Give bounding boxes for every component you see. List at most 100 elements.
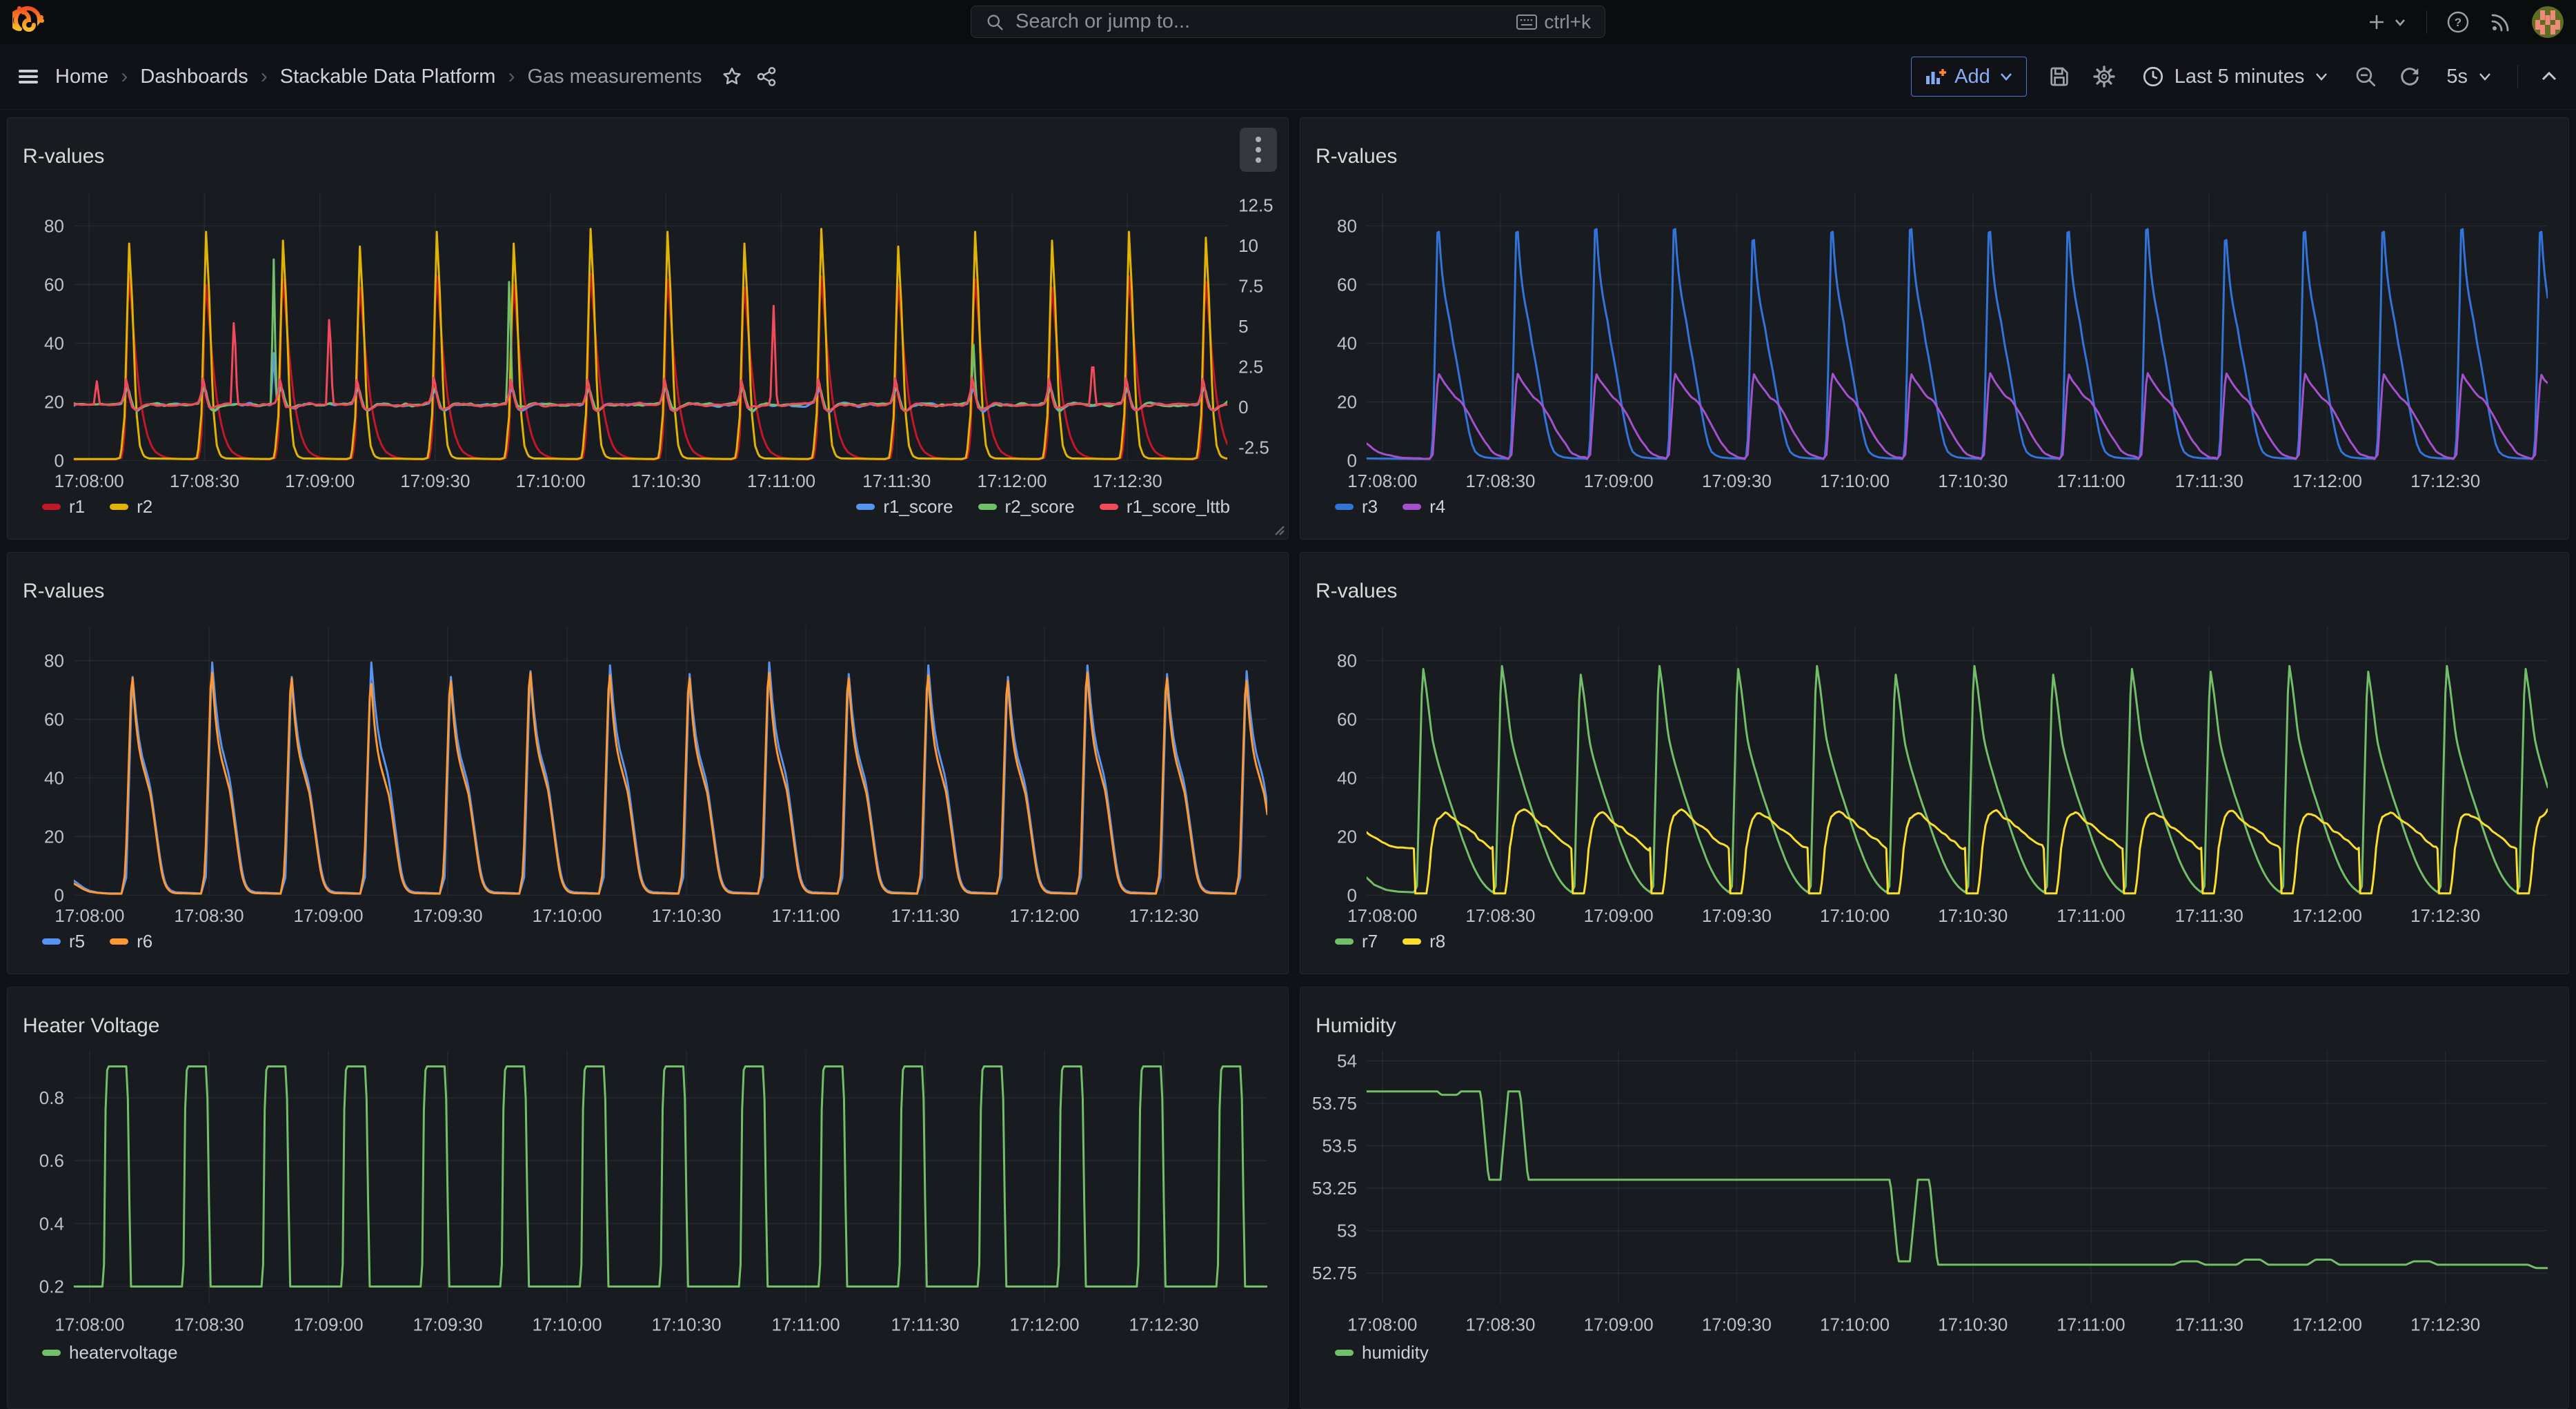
star-icon: [721, 66, 743, 88]
svg-text:80: 80: [44, 651, 64, 671]
panel-legend: r1 r2 r1_score r2_score r1_score_lttb: [42, 496, 1230, 518]
svg-text:17:10:30: 17:10:30: [631, 472, 701, 491]
panel-title[interactable]: Heater Voltage: [23, 1014, 159, 1038]
legend-item-r1_score_lttb[interactable]: r1_score_lttb: [1100, 496, 1230, 518]
time-range-picker[interactable]: Last 5 minutes: [2137, 64, 2334, 89]
zoom-out-button[interactable]: [2354, 65, 2377, 88]
svg-text:17:11:30: 17:11:30: [891, 907, 959, 926]
legend-item-heatervoltage[interactable]: heatervoltage: [42, 1342, 178, 1363]
breadcrumb-folder[interactable]: Stackable Data Platform: [280, 66, 496, 88]
svg-text:54: 54: [1337, 1052, 1357, 1071]
panel-title[interactable]: Humidity: [1316, 1014, 1396, 1038]
svg-text:17:10:00: 17:10:00: [532, 907, 602, 926]
svg-text:17:12:00: 17:12:00: [2292, 1315, 2362, 1334]
save-icon: [2048, 65, 2071, 88]
resize-grip[interactable]: [1271, 522, 1285, 536]
refresh-interval-picker[interactable]: 5s: [2442, 65, 2497, 89]
legend-label: r7: [1362, 931, 1378, 952]
gear-icon: [2092, 64, 2117, 89]
timeseries-chart[interactable]: 02040608017:08:0017:08:3017:09:0017:09:3…: [8, 553, 1288, 974]
legend-item-r1[interactable]: r1: [42, 496, 85, 518]
svg-text:0: 0: [1238, 398, 1248, 417]
svg-text:17:11:00: 17:11:00: [2057, 1315, 2125, 1334]
legend-item-r7[interactable]: r7: [1335, 931, 1378, 952]
svg-text:17:11:30: 17:11:30: [891, 1315, 959, 1334]
svg-text:60: 60: [1337, 275, 1357, 295]
svg-text:17:08:30: 17:08:30: [1465, 907, 1535, 926]
svg-text:17:09:00: 17:09:00: [1584, 907, 1654, 926]
panel-humidity: 52.755353.2553.553.755417:08:0017:08:301…: [1300, 987, 2569, 1409]
panel-title[interactable]: R-values: [23, 145, 104, 168]
legend-label: r1: [69, 496, 85, 518]
svg-text:17:08:00: 17:08:00: [55, 472, 124, 491]
legend-item-r8[interactable]: r8: [1403, 931, 1445, 952]
svg-text:17:10:30: 17:10:30: [1938, 907, 2008, 926]
legend-swatch: [1403, 504, 1421, 510]
svg-text:17:10:00: 17:10:00: [1820, 1315, 1890, 1334]
svg-text:17:09:30: 17:09:30: [413, 1315, 482, 1334]
mega-menu-button[interactable]: [17, 67, 40, 86]
svg-text:12.5: 12.5: [1238, 196, 1274, 215]
svg-text:17:11:00: 17:11:00: [2057, 472, 2125, 491]
svg-text:17:12:00: 17:12:00: [2292, 907, 2362, 926]
legend-label: humidity: [1362, 1342, 1429, 1363]
dashboard-settings-button[interactable]: [2092, 64, 2117, 89]
svg-text:17:12:30: 17:12:30: [2410, 1315, 2480, 1334]
timeseries-chart[interactable]: 02040608017:08:0017:08:3017:09:0017:09:3…: [1300, 553, 2568, 974]
legend-swatch: [1335, 504, 1354, 510]
panel-title[interactable]: R-values: [1316, 580, 1397, 603]
help-button[interactable]: ?: [2446, 10, 2470, 34]
search-icon: [985, 12, 1004, 32]
collapse-toolbar-button[interactable]: [2539, 69, 2559, 84]
refresh-button[interactable]: [2398, 65, 2421, 88]
new-button[interactable]: [2367, 12, 2407, 32]
svg-text:17:09:30: 17:09:30: [1702, 472, 1772, 491]
breadcrumb-home[interactable]: Home: [55, 66, 108, 88]
svg-text:17:11:30: 17:11:30: [2175, 472, 2243, 491]
help-icon: ?: [2446, 10, 2470, 34]
add-button[interactable]: Add: [1911, 57, 2027, 97]
panel-menu-button[interactable]: [1240, 128, 1277, 172]
legend-item-r5[interactable]: r5: [42, 931, 85, 952]
hamburger-icon: [17, 67, 40, 86]
panel-r-values-2: 02040608017:08:0017:08:3017:09:0017:09:3…: [1300, 117, 2569, 540]
svg-text:60: 60: [44, 710, 64, 729]
svg-text:17:08:00: 17:08:00: [55, 907, 124, 926]
user-avatar[interactable]: [2532, 6, 2564, 38]
legend-item-r2[interactable]: r2: [110, 496, 152, 518]
refresh-interval-label: 5s: [2446, 66, 2468, 88]
breadcrumb-dashboards[interactable]: Dashboards: [140, 66, 248, 88]
svg-text:40: 40: [1337, 769, 1357, 788]
search-input[interactable]: Search or jump to... ctrl+k: [971, 6, 1605, 38]
legend-item-r6[interactable]: r6: [110, 931, 152, 952]
legend-item-r2_score[interactable]: r2_score: [978, 496, 1075, 518]
dashboard-toolbar: Home › Dashboards › Stackable Data Platf…: [0, 44, 2576, 110]
chevron-down-icon: [2477, 71, 2493, 82]
svg-text:80: 80: [1337, 217, 1357, 236]
legend-item-r1_score[interactable]: r1_score: [856, 496, 953, 518]
legend-item-humidity[interactable]: humidity: [1335, 1342, 1429, 1363]
save-dashboard-button[interactable]: [2048, 65, 2071, 88]
favorite-button[interactable]: [721, 66, 743, 88]
panel-title[interactable]: R-values: [1316, 145, 1397, 168]
legend-swatch: [42, 938, 61, 945]
svg-text:17:09:00: 17:09:00: [293, 907, 363, 926]
zoom-out-icon: [2354, 65, 2377, 88]
timeseries-chart[interactable]: 020406080-2.502.557.51012.517:08:0017:08…: [8, 118, 1288, 539]
svg-text:17:09:30: 17:09:30: [400, 472, 470, 491]
legend-swatch: [42, 504, 61, 510]
news-button[interactable]: [2489, 10, 2513, 34]
svg-text:0.2: 0.2: [39, 1277, 64, 1297]
chevron-down-icon: [2396, 20, 2404, 25]
svg-text:17:08:00: 17:08:00: [55, 1315, 124, 1334]
legend-item-r3[interactable]: r3: [1335, 496, 1378, 518]
grafana-logo[interactable]: [12, 6, 44, 38]
legend-item-r4[interactable]: r4: [1403, 496, 1445, 518]
svg-text:17:12:30: 17:12:30: [1093, 472, 1162, 491]
share-button[interactable]: [755, 66, 777, 88]
panel-title[interactable]: R-values: [23, 580, 104, 603]
svg-text:17:12:00: 17:12:00: [1010, 907, 1080, 926]
timeseries-chart[interactable]: 02040608017:08:0017:08:3017:09:0017:09:3…: [1300, 118, 2568, 539]
legend-label: r2: [137, 496, 152, 518]
panel-legend: humidity: [1335, 1342, 2534, 1363]
